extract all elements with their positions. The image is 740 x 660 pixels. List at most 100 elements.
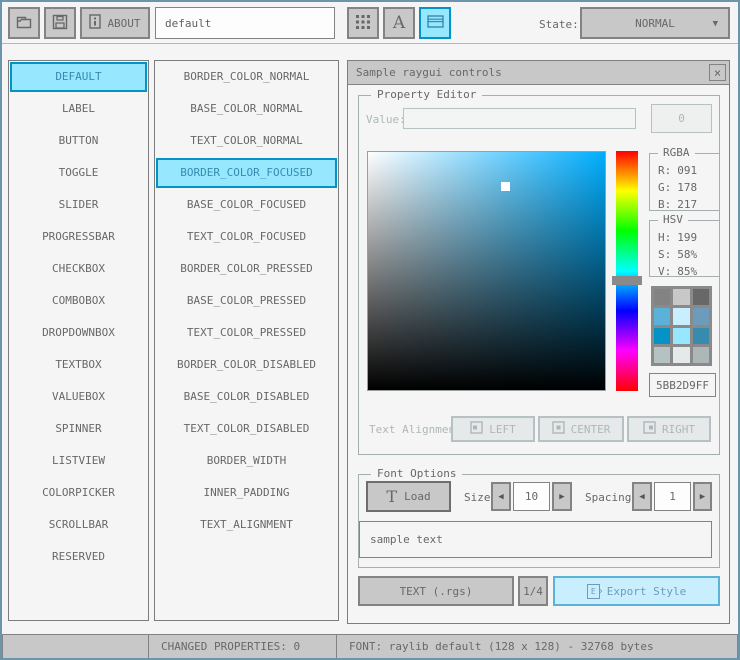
hsv-s-row: S: 58% [658,248,698,261]
info-icon [89,14,102,32]
control-list-item[interactable]: PROGRESSBAR [9,221,148,253]
sample-window-title: Sample raygui controls [356,66,502,79]
font-info-text: FONT: raylib default (128 x 128) - 32768… [349,640,654,653]
rguistyler-window: ABOUT A State: NORMAL [0,0,740,660]
align-left-label: LEFT [489,422,516,436]
swatch[interactable] [673,327,690,344]
property-list-item[interactable]: TEXT_ALIGNMENT [155,509,338,541]
about-button[interactable]: ABOUT [80,7,150,39]
control-list-item[interactable]: COMBOBOX [9,285,148,317]
swatch[interactable] [673,308,690,325]
spacing-decrement-button[interactable]: ◀ [632,482,652,511]
font-settings-button[interactable]: A [383,7,415,39]
grid-snap-button[interactable] [347,7,379,39]
control-list-item[interactable]: DROPDOWNBOX [9,317,148,349]
text-rgs-label: TEXT (.rgs) [399,584,473,598]
property-list-item[interactable]: BASE_COLOR_PRESSED [155,285,338,317]
control-list-item[interactable]: SLIDER [9,189,148,221]
controls-list: DEFAULT LABEL BUTTON TOGGLE SLIDER PROGR… [8,60,149,621]
property-list-item[interactable]: BASE_COLOR_DISABLED [155,381,338,413]
sample-window-titlebar[interactable]: Sample raygui controls [348,61,729,85]
hue-slider-bar[interactable] [616,151,638,391]
rgba-r-row: R: 091 [658,164,698,177]
swatch[interactable] [654,346,671,363]
hex-color-input[interactable]: 5BB2D9FF [649,373,716,397]
property-list-item[interactable]: BORDER_COLOR_DISABLED [155,349,338,381]
property-list-item[interactable]: BASE_COLOR_FOCUSED [155,189,338,221]
properties-list: BORDER_COLOR_NORMAL BASE_COLOR_NORMAL TE… [154,60,339,621]
export-file-icon: E [586,583,604,599]
hsv-group: HSV H: 199 S: 58% V: 85% [649,213,720,278]
export-style-button[interactable]: E Export Style [553,576,720,606]
statusbar-font-info: FONT: raylib default (128 x 128) - 32768… [336,634,738,658]
property-list-item[interactable]: TEXT_COLOR_DISABLED [155,413,338,445]
state-dropdown[interactable]: NORMAL ▼ [580,7,730,39]
property-list-item[interactable]: BORDER_WIDTH [155,445,338,477]
property-list-item[interactable]: BORDER_COLOR_PRESSED [155,253,338,285]
control-list-item[interactable]: TOGGLE [9,157,148,189]
value-input[interactable] [403,108,636,129]
spacing-increment-button[interactable]: ▶ [693,482,712,511]
floppy-disk-icon [52,14,68,33]
control-list-item[interactable]: TEXTBOX [9,349,148,381]
property-list-item-selected[interactable]: BORDER_COLOR_FOCUSED [156,158,337,188]
size-increment-button[interactable]: ▶ [552,482,572,511]
control-list-item[interactable]: LABEL [9,93,148,125]
property-list-item[interactable]: TEXT_COLOR_FOCUSED [155,221,338,253]
value-aux-button[interactable]: 0 [651,104,712,133]
align-right-icon [643,421,656,437]
control-list-item[interactable]: RESERVED [9,541,148,573]
property-list-item[interactable]: TEXT_COLOR_NORMAL [155,125,338,157]
control-list-item[interactable]: BUTTON [9,125,148,157]
swatch[interactable] [692,308,709,325]
spacing-value: 1 [669,490,676,503]
text-rgs-format-button[interactable]: TEXT (.rgs) [358,576,514,606]
swatch[interactable] [673,346,690,363]
hue-slider-handle[interactable] [612,276,642,285]
swatch[interactable] [673,289,690,306]
control-list-item[interactable]: CHECKBOX [9,253,148,285]
control-list-item[interactable]: SPINNER [9,413,148,445]
size-value: 10 [524,490,539,503]
control-list-item-selected[interactable]: DEFAULT [10,62,147,92]
pager-label: 1/4 [523,584,543,598]
style-name-input[interactable] [155,7,335,39]
swatch[interactable] [654,289,671,306]
control-list-item[interactable]: VALUEBOX [9,381,148,413]
color-picker-marker[interactable] [501,182,510,191]
export-style-label: Export Style [606,584,687,598]
color-saturation-value-panel[interactable] [367,151,606,391]
spacing-value-box[interactable]: 1 [654,482,691,511]
about-button-label: ABOUT [107,16,141,30]
align-center-button[interactable]: CENTER [538,416,624,442]
swatch[interactable] [692,289,709,306]
save-style-button[interactable] [44,7,76,39]
statusbar-left-cell [2,634,149,658]
size-decrement-button[interactable]: ◀ [491,482,511,511]
align-right-button[interactable]: RIGHT [627,416,711,442]
font-load-button[interactable]: T Load [366,481,451,512]
arrow-left-icon: ◀ [498,491,504,502]
swatch[interactable] [654,327,671,344]
property-list-item[interactable]: INNER_PADDING [155,477,338,509]
size-value-box[interactable]: 10 [513,482,550,511]
swatch[interactable] [692,327,709,344]
control-list-item[interactable]: SCROLLBAR [9,509,148,541]
arrow-right-icon: ▶ [699,491,706,502]
format-pager-button[interactable]: 1/4 [518,576,548,606]
control-list-item[interactable]: LISTVIEW [9,445,148,477]
property-list-item[interactable]: BASE_COLOR_NORMAL [155,93,338,125]
control-list-item[interactable]: COLORPICKER [9,477,148,509]
hsv-v-row: V: 85% [658,265,698,278]
property-list-item[interactable]: BORDER_COLOR_NORMAL [155,61,338,93]
sample-text-input[interactable]: sample text [359,521,712,558]
align-left-button[interactable]: LEFT [451,416,535,442]
open-style-button[interactable] [8,7,40,39]
rgba-group: RGBA R: 091 G: 178 B: 217 [649,146,720,211]
property-list-item[interactable]: TEXT_COLOR_PRESSED [155,317,338,349]
close-button[interactable]: × [709,64,726,81]
style-table-view-button[interactable] [419,7,451,39]
swatch[interactable] [692,346,709,363]
swatch[interactable] [654,308,671,325]
property-editor-group-label: Property Editor [371,88,483,101]
